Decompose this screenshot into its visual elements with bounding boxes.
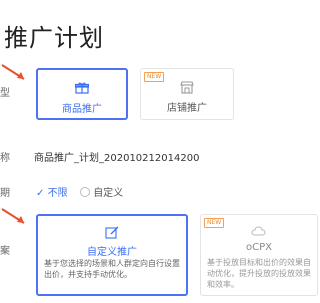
plan-card-custom-title: 自定义推广: [87, 247, 137, 258]
radio-icon: [80, 187, 90, 197]
plan-label: 方案: [0, 246, 10, 257]
date-option-custom-label: 自定义: [93, 188, 124, 199]
plan-card-ocpx-desc: 基于投放目标和出价的效果自动优化，提升投放的投放效果和效率。: [207, 258, 311, 289]
new-badge: NEW: [144, 72, 165, 82]
new-badge: NEW: [204, 218, 225, 228]
type-card-product[interactable]: 商品推广: [36, 68, 128, 120]
page-title: 推广计划: [4, 24, 104, 52]
type-card-store[interactable]: NEW 店铺推广: [140, 68, 234, 120]
plan-card-custom[interactable]: 自定义推广 基于您选择的场景和人群定向自行设置出价，并支持手动优化。: [36, 214, 188, 296]
date-label: 日期: [0, 188, 10, 199]
plan-card-ocpx[interactable]: NEW oCPX 基于投放目标和出价的效果自动优化，提升投放的投放效果和效率。: [200, 214, 318, 296]
name-label: 名称: [0, 153, 10, 164]
annotation-arrow-bottom: [1, 208, 25, 224]
date-option-unlimited[interactable]: ✓ 不限: [36, 184, 68, 199]
store-icon: [180, 81, 194, 94]
plan-name-field[interactable]: 商品推广_计划_20201021201420​0: [34, 149, 199, 164]
edit-icon: [105, 226, 119, 239]
type-label: 类型: [0, 88, 10, 99]
type-card-product-label: 商品推广: [62, 104, 102, 115]
date-option-unlimited-label: 不限: [47, 188, 68, 199]
annotation-arrow-top: [1, 64, 25, 80]
type-card-store-label: 店铺推广: [167, 103, 207, 114]
date-option-custom[interactable]: 自定义: [80, 184, 123, 199]
plan-card-custom-desc: 基于您选择的场景和人群定向自行设置出价，并支持手动优化。: [44, 259, 180, 279]
ocpx-icon: [251, 226, 266, 236]
plan-card-ocpx-title: oCPX: [246, 242, 272, 253]
check-icon: ✓: [36, 188, 45, 199]
gift-icon: [75, 82, 89, 94]
